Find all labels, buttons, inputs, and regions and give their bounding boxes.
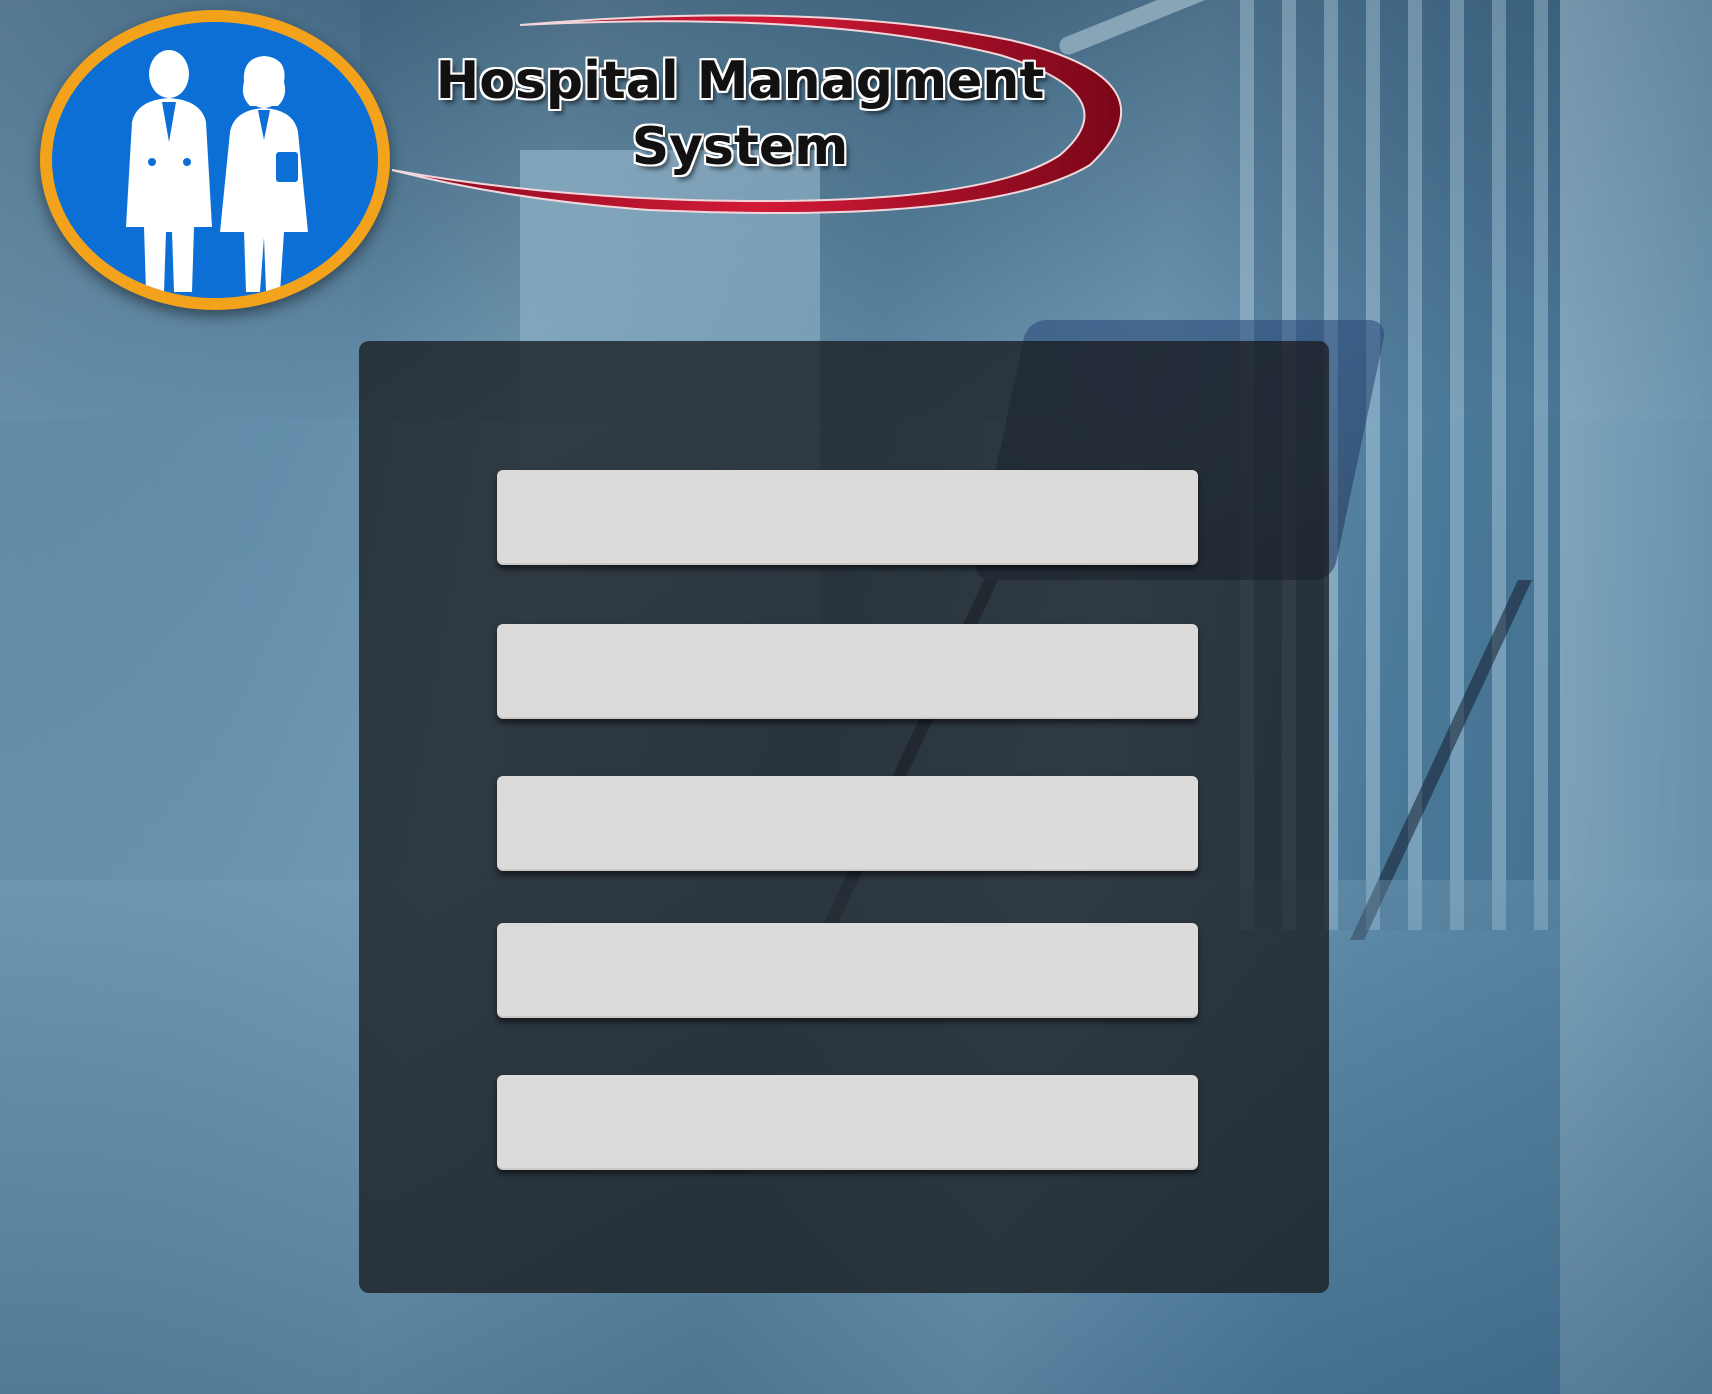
- app-title: Hospital Managment System: [435, 51, 1045, 177]
- menu-button-4[interactable]: [497, 923, 1198, 1018]
- doctors-figures-icon: [126, 50, 308, 292]
- menu-button-5[interactable]: [497, 1075, 1198, 1170]
- menu-button-3[interactable]: [497, 776, 1198, 871]
- menu-button-1[interactable]: [497, 470, 1198, 565]
- doctors-logo-icon: [40, 10, 390, 310]
- menu-button-2[interactable]: [497, 624, 1198, 719]
- main-window: Hospital Managment System: [0, 0, 1712, 1394]
- menu-panel: [359, 341, 1329, 1293]
